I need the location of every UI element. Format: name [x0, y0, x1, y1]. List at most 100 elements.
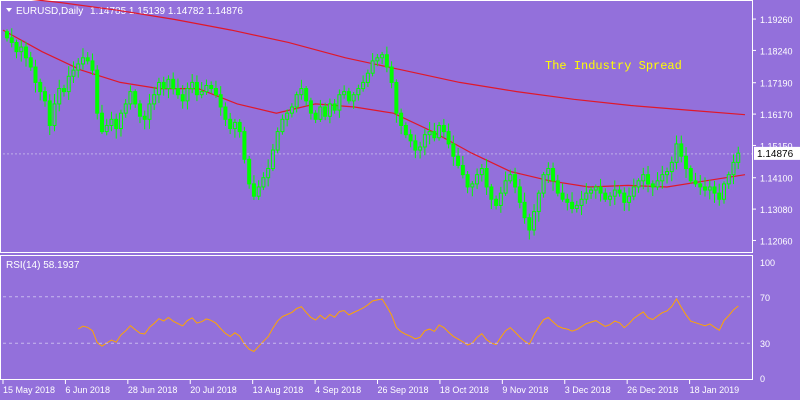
candle: [541, 171, 546, 198]
candle-body-bull: [104, 124, 109, 133]
candle: [66, 66, 71, 100]
candle: [717, 183, 722, 206]
candle-body-bull: [669, 161, 674, 173]
candle-body-bull: [532, 211, 537, 231]
candle-body-bear: [95, 69, 100, 114]
candle-body-bear: [489, 186, 494, 200]
candle: [99, 104, 104, 135]
candle: [736, 146, 741, 170]
candle-body-bull: [76, 63, 81, 71]
candle-body-bear: [14, 41, 19, 53]
candle-body-bull: [270, 149, 275, 170]
candle: [266, 159, 271, 187]
candle-body-bull: [299, 88, 304, 96]
candle-body-bear: [679, 143, 684, 157]
candle: [498, 186, 503, 213]
time-axis: 15 May 2018 6 Jun 2018 28 Jun 2018 20 Jul 2…: [2, 380, 740, 395]
candle: [403, 122, 408, 139]
candle-body-bull: [109, 118, 114, 126]
candle: [346, 87, 351, 104]
candle-body-bull: [118, 112, 123, 130]
rsi-level-label: 100: [760, 258, 775, 268]
candle-body-bear: [223, 106, 228, 120]
candle: [589, 186, 594, 199]
candle-body-bull: [536, 192, 541, 213]
candle-body-bull: [584, 192, 589, 200]
candle-body-bear: [308, 100, 313, 114]
candle: [669, 156, 674, 182]
candle-body-bull: [636, 180, 641, 188]
watermark-text: The Industry Spread: [545, 59, 682, 73]
candle-body-bull: [627, 195, 632, 203]
candle: [85, 52, 90, 65]
candle: [28, 51, 33, 71]
candle: [517, 178, 522, 209]
candle: [261, 172, 266, 191]
candle-body-bull: [318, 106, 323, 120]
candle: [270, 143, 275, 172]
candle-body-bear: [403, 124, 408, 136]
candle-body-bear: [617, 189, 622, 194]
candle: [660, 165, 665, 189]
candle-body-bull: [256, 186, 261, 197]
candle-body-bull: [541, 174, 546, 194]
candle: [118, 109, 123, 137]
candle: [470, 180, 475, 197]
candle: [47, 94, 52, 136]
candle-body-bull: [736, 152, 741, 163]
candle-body-bear: [570, 201, 575, 209]
candle: [318, 99, 323, 122]
candle: [655, 172, 660, 191]
candle-body-bear: [332, 103, 337, 111]
triangle-down-icon[interactable]: [6, 8, 12, 12]
candle-body-bull: [641, 174, 646, 182]
candle: [247, 155, 252, 189]
candle-body-bear: [394, 81, 399, 114]
candle: [465, 171, 470, 194]
candle-body-bear: [413, 140, 418, 151]
candle: [185, 82, 190, 110]
candle: [603, 188, 608, 202]
candle: [494, 195, 499, 210]
candle-body-bear: [47, 100, 52, 126]
time-tick-label: 20 Jul 2018: [190, 385, 237, 395]
candle: [76, 58, 81, 78]
candle-body-bear: [5, 31, 9, 39]
candle-body-bull: [232, 121, 237, 130]
rsi-level-label: 0: [760, 374, 765, 384]
time-tick-label: 18 Oct 2018: [440, 385, 489, 395]
candle-body-bull: [418, 146, 423, 151]
candle: [555, 174, 560, 197]
candle-body-bear: [456, 155, 461, 166]
candle-body-bull: [574, 204, 579, 209]
candle-body-bear: [323, 106, 328, 117]
candle: [598, 178, 603, 202]
candle-body-bull: [152, 94, 157, 105]
candle: [332, 98, 337, 114]
candle-body-bear: [494, 198, 499, 206]
candle-body-bull: [612, 189, 617, 197]
candle-body-bull: [631, 186, 636, 197]
candle: [285, 109, 290, 127]
candle: [337, 89, 342, 118]
candle-body-bear: [133, 91, 138, 105]
candle: [650, 180, 655, 197]
candle: [684, 147, 689, 178]
candle-body-bull: [475, 174, 480, 185]
candle-body-bull: [204, 84, 209, 93]
time-tick-label: 18 Jan 2019: [690, 385, 740, 395]
candle: [90, 53, 95, 76]
candle: [313, 110, 318, 124]
time-tick-label: 13 Aug 2018: [253, 385, 304, 395]
candle: [33, 59, 38, 93]
candle: [209, 81, 214, 94]
candle-body-bull: [199, 91, 204, 96]
candle-body-bear: [446, 131, 451, 145]
candle-body-bear: [237, 121, 242, 133]
candle-body-bull: [608, 195, 613, 200]
candle: [422, 128, 427, 156]
candle-body-bear: [313, 112, 318, 120]
candle-body-bull: [327, 103, 332, 117]
price-tick-label: 1.18240: [760, 46, 793, 56]
candle: [42, 86, 47, 107]
